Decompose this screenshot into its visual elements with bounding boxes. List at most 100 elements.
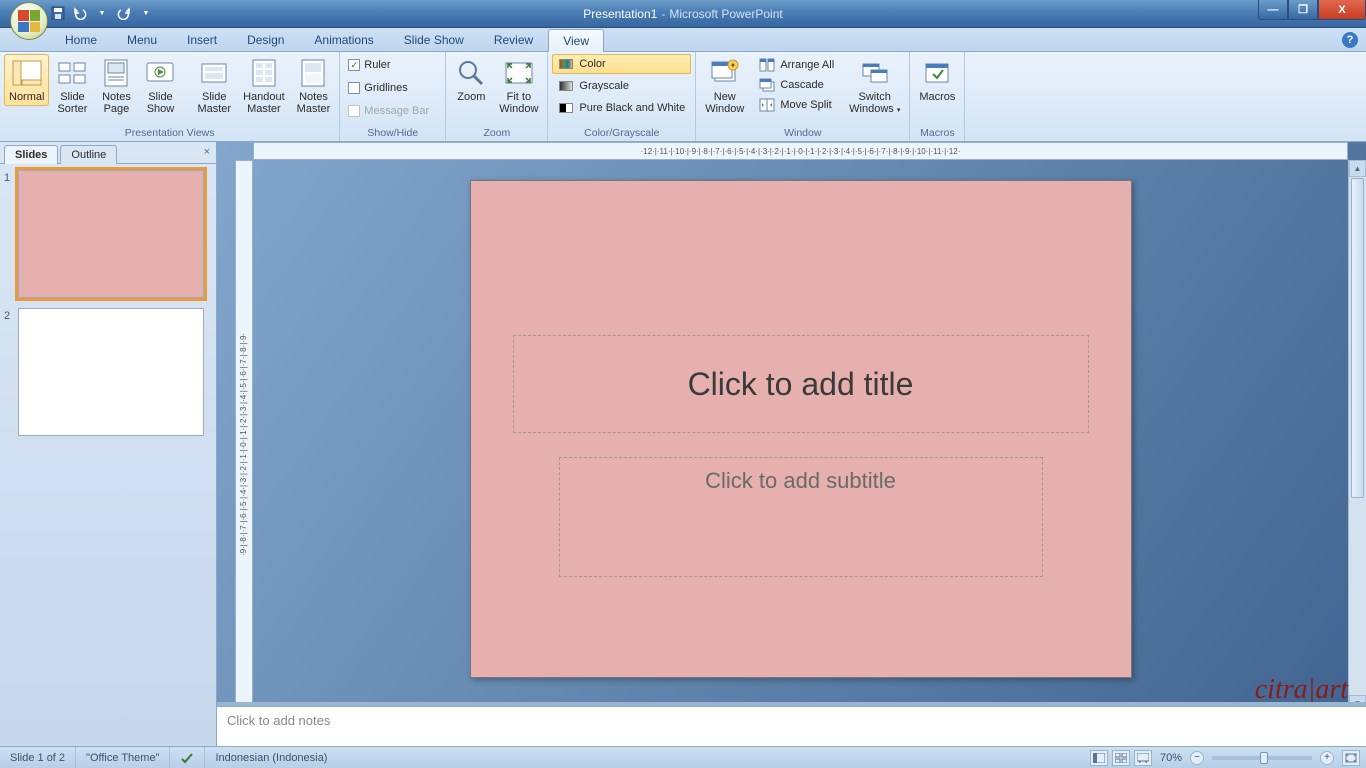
normal-view-label: Normal	[9, 91, 44, 103]
zoom-slider-handle[interactable]	[1260, 752, 1268, 764]
slide-show-button[interactable]: Slide Show	[139, 54, 181, 118]
handout-master-label: Handout Master	[243, 91, 285, 115]
status-slide-number[interactable]: Slide 1 of 2	[0, 747, 76, 768]
app-name: Microsoft PowerPoint	[669, 7, 782, 21]
slide-show-icon	[144, 57, 176, 89]
undo-icon[interactable]	[72, 5, 88, 21]
pure-black-white-button[interactable]: Pure Black and White	[552, 98, 691, 118]
slide-show-label: Slide Show	[147, 91, 175, 115]
notes-page-label: Notes Page	[102, 91, 131, 115]
move-split-label: Move Split	[780, 99, 831, 111]
grayscale-label: Grayscale	[579, 80, 629, 92]
normal-view-button[interactable]: Normal	[4, 54, 49, 106]
group-label-show-hide: Show/Hide	[344, 125, 441, 141]
title-placeholder[interactable]: Click to add title	[513, 335, 1089, 433]
scroll-up-icon[interactable]: ▲	[1349, 160, 1366, 177]
fit-to-window-button[interactable]: Fit to Window	[494, 54, 543, 118]
tab-review[interactable]: Review	[479, 28, 548, 51]
status-normal-view-icon[interactable]	[1090, 750, 1108, 766]
slide-master-button[interactable]: Slide Master	[192, 54, 236, 118]
tab-home[interactable]: Home	[50, 28, 112, 51]
grayscale-button[interactable]: Grayscale	[552, 76, 691, 96]
group-color-grayscale: Color Grayscale Pure Black and White Col…	[548, 52, 696, 141]
help-icon[interactable]: ?	[1342, 32, 1358, 48]
zoom-icon	[455, 57, 487, 89]
thumbnail-2-preview[interactable]	[18, 308, 204, 436]
group-label-macros: Macros	[914, 125, 960, 141]
pane-tab-slides[interactable]: Slides	[4, 145, 58, 164]
group-zoom: Zoom Fit to Window Zoom	[446, 52, 548, 141]
cascade-button[interactable]: Cascade	[753, 75, 840, 95]
switch-windows-button[interactable]: Switch Windows ▾	[844, 54, 905, 120]
maximize-button[interactable]: ❐	[1288, 0, 1318, 20]
zoom-slider[interactable]	[1212, 756, 1312, 760]
slide-editor: ·12·|·11·|·10·|·9·|·8·|·7·|·6·|·5·|·4·|·…	[217, 142, 1366, 746]
group-label-zoom: Zoom	[450, 125, 543, 141]
macros-label: Macros	[919, 91, 955, 103]
handout-master-button[interactable]: Handout Master	[238, 54, 290, 118]
window-controls: — ❐ X	[1258, 0, 1366, 20]
horizontal-ruler[interactable]: ·12·|·11·|·10·|·9·|·8·|·7·|·6·|·5·|·4·|·…	[253, 142, 1348, 160]
qat-customize-icon[interactable]: ▼	[138, 5, 154, 21]
undo-dropdown-icon[interactable]: ▼	[94, 5, 110, 21]
notes-master-icon	[297, 57, 329, 89]
fit-to-window-label: Fit to Window	[499, 91, 538, 115]
new-window-icon: ✦	[709, 57, 741, 89]
arrange-all-button[interactable]: Arrange All	[753, 55, 840, 75]
status-theme[interactable]: "Office Theme"	[76, 747, 170, 768]
close-button[interactable]: X	[1318, 0, 1366, 20]
macros-button[interactable]: Macros	[914, 54, 960, 106]
document-name: Presentation1	[583, 7, 657, 21]
grayscale-swatch-icon	[558, 78, 574, 94]
group-macros: Macros Macros	[910, 52, 965, 141]
status-sorter-view-icon[interactable]	[1112, 750, 1130, 766]
new-window-button[interactable]: ✦ New Window	[700, 54, 749, 118]
tab-animations[interactable]: Animations	[299, 28, 388, 51]
fit-slide-button[interactable]	[1342, 750, 1360, 766]
notes-master-button[interactable]: Notes Master	[292, 54, 336, 118]
zoom-button[interactable]: Zoom	[450, 54, 492, 106]
message-bar-checkbox: Message Bar	[348, 101, 429, 121]
minimize-button[interactable]: —	[1258, 0, 1288, 20]
group-label-color-grayscale: Color/Grayscale	[552, 125, 691, 141]
color-button[interactable]: Color	[552, 54, 691, 74]
slide-sorter-icon	[56, 57, 88, 89]
save-icon[interactable]	[50, 5, 66, 21]
ruler-checkbox[interactable]: ✓Ruler	[348, 55, 390, 75]
thumbnail-1[interactable]: 1	[4, 170, 212, 298]
move-split-button[interactable]: Move Split	[753, 95, 840, 115]
tab-design[interactable]: Design	[232, 28, 299, 51]
status-language[interactable]: Indonesian (Indonesia)	[205, 747, 337, 768]
group-presentation-views: Normal Slide Sorter Notes Page Slide Sho…	[0, 52, 340, 141]
tab-menu[interactable]: Menu	[112, 28, 172, 51]
thumbnail-2[interactable]: 2	[4, 308, 212, 436]
cascade-icon	[759, 77, 775, 93]
status-slideshow-view-icon[interactable]	[1134, 750, 1152, 766]
subtitle-placeholder[interactable]: Click to add subtitle	[559, 457, 1043, 577]
fit-to-window-icon	[503, 57, 535, 89]
tab-view[interactable]: View	[548, 29, 604, 52]
pure-black-white-label: Pure Black and White	[579, 102, 685, 114]
tab-slideshow[interactable]: Slide Show	[389, 28, 479, 51]
status-spellcheck[interactable]	[170, 747, 205, 768]
slide-sorter-button[interactable]: Slide Sorter	[51, 54, 93, 118]
zoom-out-button[interactable]: −	[1190, 751, 1204, 765]
zoom-in-button[interactable]: +	[1320, 751, 1334, 765]
office-button[interactable]	[10, 2, 48, 40]
vertical-ruler[interactable]: ·9·|·8·|·7·|·6·|·5·|·4·|·3·|·2·|·1·|·0·|…	[235, 160, 253, 728]
notes-pane[interactable]: Click to add notes	[217, 706, 1366, 746]
vertical-scrollbar[interactable]: ▲ ▼ ⏶ ⏷	[1348, 160, 1366, 746]
tab-insert[interactable]: Insert	[172, 28, 232, 51]
pane-close-icon[interactable]: ×	[204, 146, 210, 158]
status-zoom-value[interactable]: 70%	[1160, 752, 1182, 764]
gridlines-checkbox[interactable]: Gridlines	[348, 78, 407, 98]
scroll-thumb[interactable]	[1351, 178, 1364, 498]
thumbnail-1-preview[interactable]	[18, 170, 204, 298]
ruler-label: Ruler	[364, 59, 390, 71]
notes-page-icon	[100, 57, 132, 89]
slide-sorter-label: Slide Sorter	[57, 91, 87, 115]
pane-tab-outline[interactable]: Outline	[60, 145, 117, 164]
notes-page-button[interactable]: Notes Page	[95, 54, 137, 118]
redo-icon[interactable]	[116, 5, 132, 21]
slide-canvas[interactable]: Click to add title Click to add subtitle	[470, 180, 1132, 678]
